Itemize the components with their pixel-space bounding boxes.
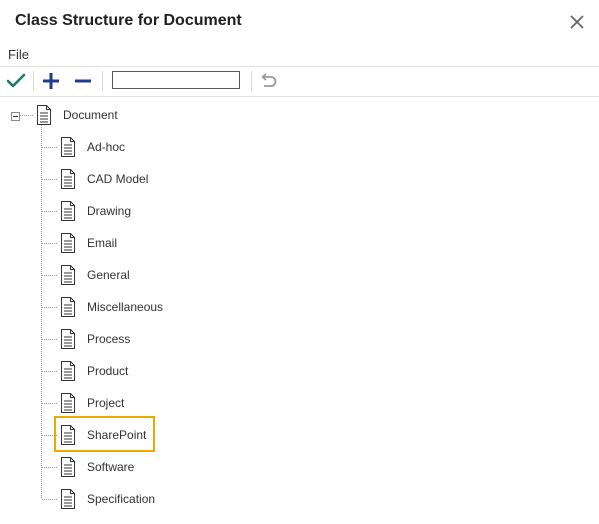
- document-icon: [61, 489, 75, 509]
- document-icon: [61, 457, 75, 477]
- tree-node-label: Project: [87, 396, 125, 410]
- dialog-title-bar: Class Structure for Document: [0, 0, 599, 44]
- toolbar-divider: [102, 71, 103, 91]
- close-icon[interactable]: [566, 11, 588, 33]
- dialog-title: Class Structure for Document: [15, 12, 242, 29]
- tree-node-label: Miscellaneous: [87, 300, 164, 314]
- accept-button[interactable]: [5, 70, 27, 92]
- tree-node-label: Specification: [87, 492, 156, 506]
- undo-button[interactable]: [257, 70, 279, 92]
- document-icon: [61, 169, 75, 189]
- document-icon: [61, 233, 75, 253]
- tree-node-label: Product: [87, 364, 129, 378]
- document-icon: [61, 265, 75, 285]
- tree-node-label: CAD Model: [87, 172, 149, 186]
- plus-icon: [43, 73, 59, 89]
- tree-node-label: Email: [87, 236, 118, 250]
- document-icon: [61, 393, 75, 413]
- menu-bar: File: [0, 44, 599, 66]
- tree-node-label: Process: [87, 332, 131, 346]
- tree-node-label: Software: [87, 460, 135, 474]
- menu-file[interactable]: File: [8, 47, 29, 62]
- document-icon: [61, 297, 75, 317]
- undo-icon: [261, 73, 277, 87]
- collapse-icon[interactable]: [11, 108, 20, 121]
- document-icon: [37, 105, 51, 125]
- tree-node-label: Ad-hoc: [87, 140, 126, 154]
- toolbar-divider: [251, 71, 252, 91]
- document-icon: [61, 361, 75, 381]
- tree-node-label: General: [87, 268, 130, 282]
- toolbar-separator: [0, 96, 599, 97]
- tree-node-label: Document: [63, 108, 118, 122]
- checkmark-icon: [6, 73, 26, 88]
- add-button[interactable]: [40, 70, 62, 92]
- selection-highlight: [54, 416, 155, 452]
- toolbar: [0, 67, 599, 96]
- search-input[interactable]: [112, 71, 240, 89]
- remove-button[interactable]: [72, 70, 94, 92]
- document-icon: [61, 201, 75, 221]
- tree-node-label: Drawing: [87, 204, 132, 218]
- document-icon: [61, 329, 75, 349]
- document-icon: [61, 137, 75, 157]
- minus-icon: [75, 79, 91, 83]
- toolbar-divider: [33, 71, 34, 91]
